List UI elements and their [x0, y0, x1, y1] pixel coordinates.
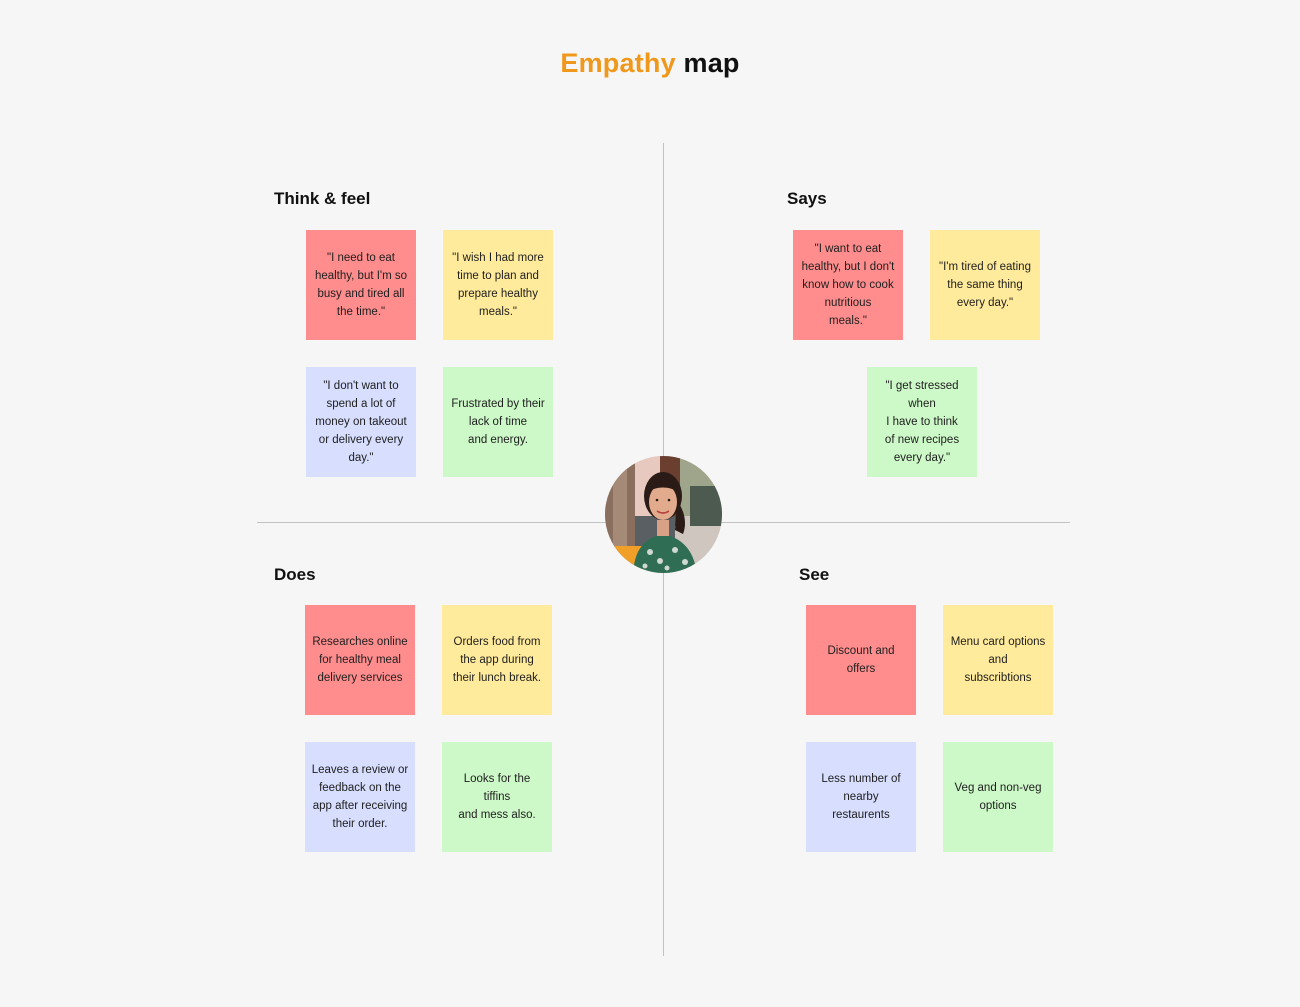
sticky-note[interactable]: Orders food from the app during their lu…: [442, 605, 552, 715]
sticky-note[interactable]: Frustrated by their lack of time and ene…: [443, 367, 553, 477]
sticky-note[interactable]: Researches online for healthy meal deliv…: [305, 605, 415, 715]
sticky-note[interactable]: Veg and non-veg options: [943, 742, 1053, 852]
sticky-note[interactable]: "I get stressed when I have to think of …: [867, 367, 977, 477]
persona-photo-icon: [605, 456, 722, 573]
sticky-note[interactable]: Less number of nearby restaurents: [806, 742, 916, 852]
sticky-note[interactable]: "I need to eat healthy, but I'm so busy …: [306, 230, 416, 340]
quadrant-title-says: Says: [787, 189, 827, 208]
sticky-note[interactable]: "I'm tired of eating the same thing ever…: [930, 230, 1040, 340]
sticky-note[interactable]: "I don't want to spend a lot of money on…: [306, 367, 416, 477]
quadrant-title-see: See: [799, 565, 830, 584]
sticky-note[interactable]: "I wish I had more time to plan and prep…: [443, 230, 553, 340]
sticky-note[interactable]: Looks for the tiffins and mess also.: [442, 742, 552, 852]
title-rest: map: [683, 48, 740, 78]
quadrant-title-does: Does: [274, 565, 316, 584]
persona-avatar: [605, 456, 722, 573]
sticky-note[interactable]: "I want to eat healthy, but I don't know…: [793, 230, 903, 340]
sticky-note[interactable]: Discount and offers: [806, 605, 916, 715]
sticky-note[interactable]: Menu card options and subscribtions: [943, 605, 1053, 715]
sticky-note[interactable]: Leaves a review or feedback on the app a…: [305, 742, 415, 852]
page-title: Empathy map: [0, 48, 1300, 79]
quadrant-title-think-feel: Think & feel: [274, 189, 371, 208]
title-accent: Empathy: [560, 48, 676, 78]
